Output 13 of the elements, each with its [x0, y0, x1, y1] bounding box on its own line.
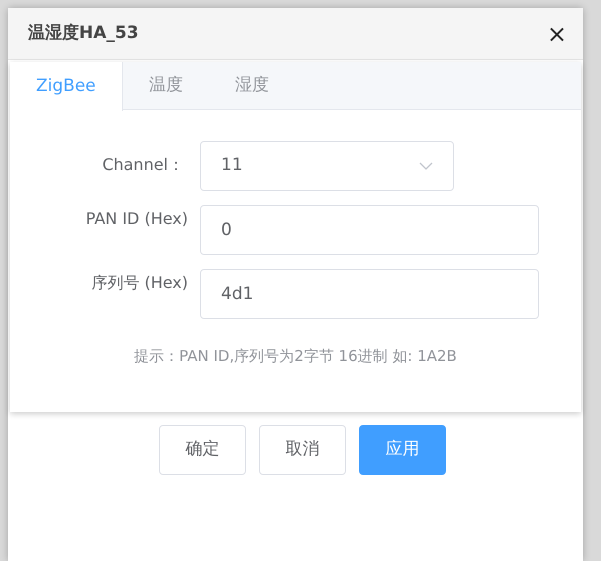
dialog-title: 温湿度HA_53	[28, 22, 139, 45]
chevron-down-icon	[419, 162, 433, 170]
dialog-button[interactable]: 确定	[159, 425, 246, 475]
field-label: Channel：	[101, 154, 185, 176]
input-field[interactable]: 0	[200, 205, 539, 255]
field-label: PAN ID (Hex)	[84, 208, 189, 230]
channel-select[interactable]: 11	[200, 141, 454, 191]
close-button[interactable]: ×	[544, 22, 569, 46]
dialog-button[interactable]: 取消	[259, 425, 346, 475]
input-field[interactable]: 4d1	[200, 269, 539, 319]
hint-text: 提示：PAN ID,序列号为2字节 16进制 如: 1A2B	[133, 346, 458, 367]
field-label: 序列号 (Hex)	[90, 272, 189, 294]
select-value: 11	[221, 154, 243, 178]
